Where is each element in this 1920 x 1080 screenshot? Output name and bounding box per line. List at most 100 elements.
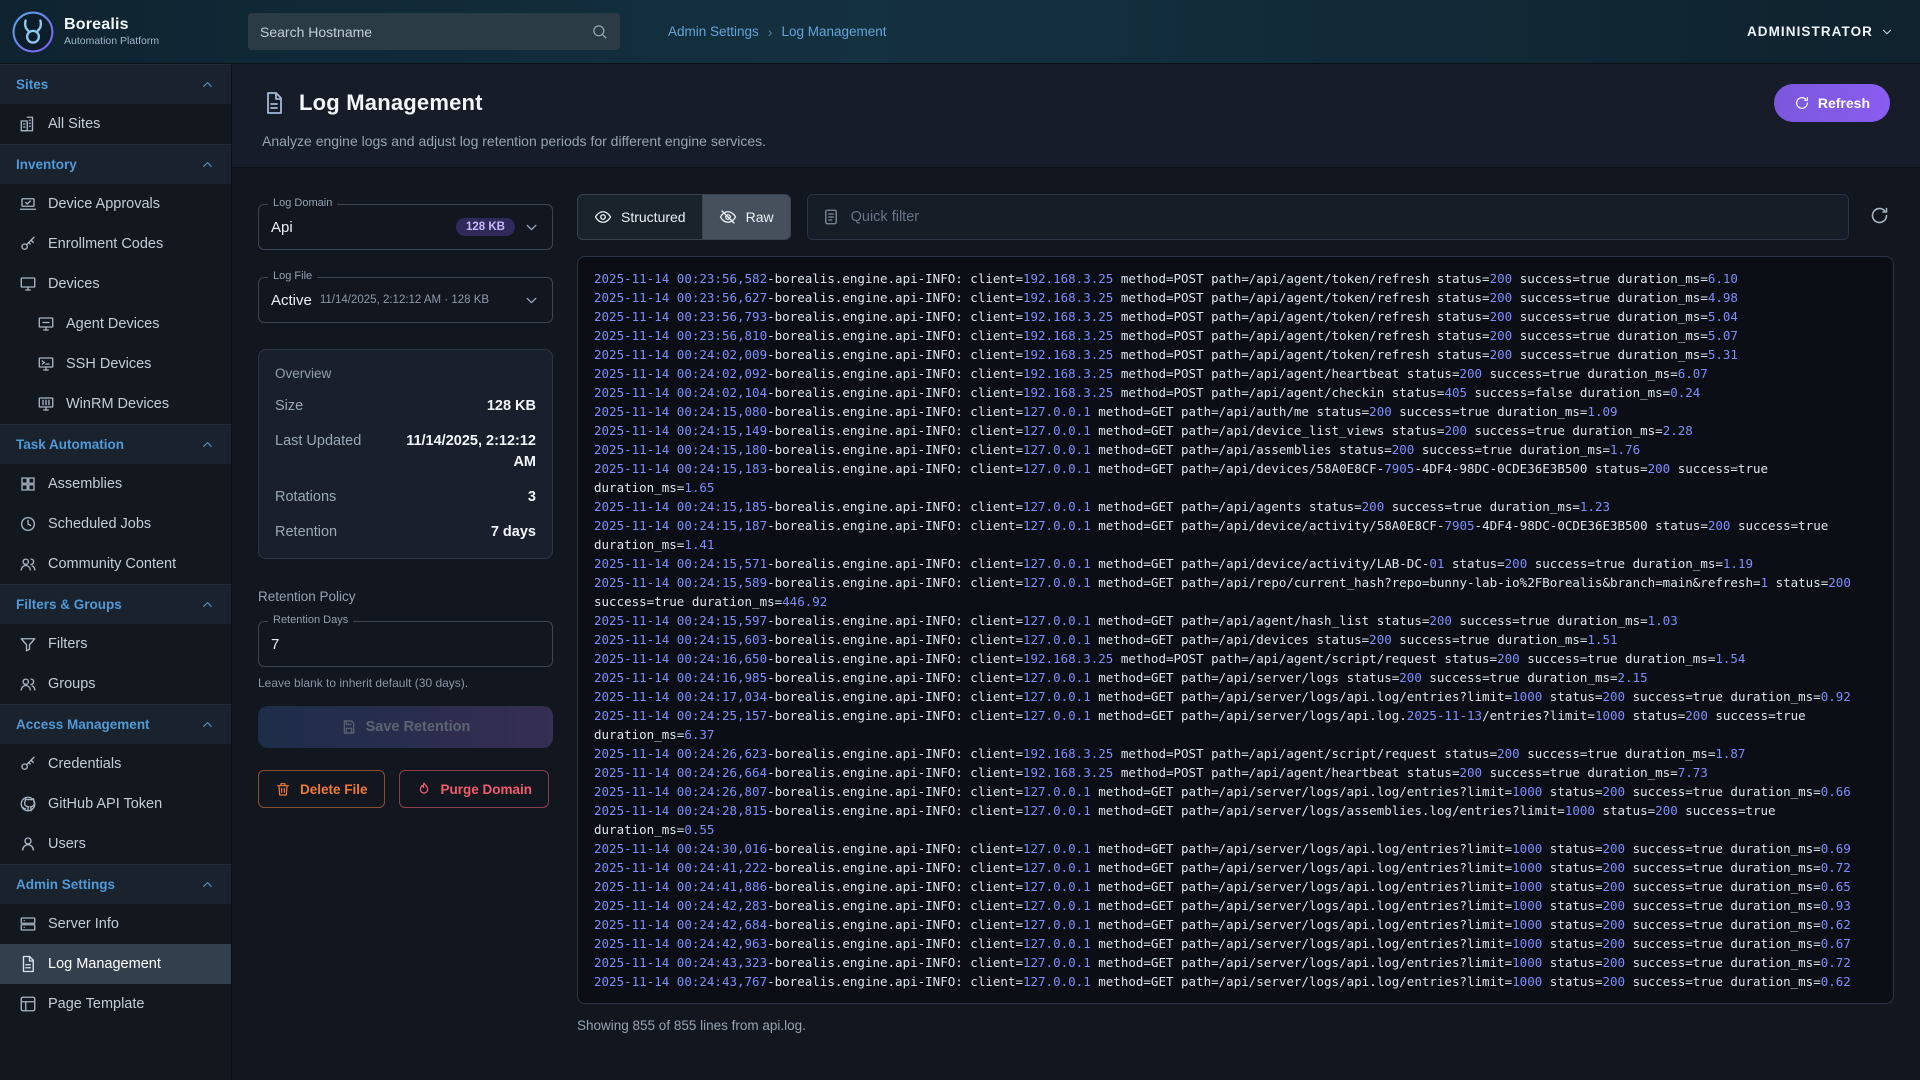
chevron-up-icon [200, 877, 215, 892]
refresh-icon [1869, 205, 1890, 226]
breadcrumb-admin-settings[interactable]: Admin Settings [668, 24, 759, 39]
sidebar-item-label: All Sites [48, 116, 100, 132]
structured-mode-label: Structured [621, 209, 686, 225]
log-domain-select[interactable]: Log Domain Api 128 KB [258, 204, 553, 250]
sidebar-item-label: Users [48, 836, 86, 852]
log-line: 2025-11-14 00:23:56,810-borealis.engine.… [594, 326, 1877, 345]
sidebar-section-admin-settings[interactable]: Admin Settings [0, 864, 231, 904]
sites-icon [19, 115, 37, 133]
log-line: 2025-11-14 00:24:41,886-borealis.engine.… [594, 877, 1877, 896]
eye-icon [594, 208, 612, 226]
page-header: Log Management Refresh Analyze engine lo… [232, 64, 1920, 168]
scheduled-jobs-icon [19, 515, 37, 533]
log-line: 2025-11-14 00:24:30,016-borealis.engine.… [594, 839, 1877, 858]
sidebar-item-credentials[interactable]: Credentials [0, 744, 231, 784]
agent-devices-icon [37, 315, 55, 333]
log-line: 2025-11-14 00:24:15,571-borealis.engine.… [594, 554, 1877, 573]
retention-days-input[interactable] [271, 636, 540, 653]
purge-domain-button[interactable]: Purge Domain [399, 770, 550, 808]
sidebar-section: Access Management Credentials GitHub API T… [0, 704, 231, 864]
sidebar-item-device-approvals[interactable]: Device Approvals [0, 184, 231, 224]
brand-subtitle: Automation Platform [64, 35, 159, 47]
user-menu-button[interactable]: ADMINISTRATOR [1747, 24, 1894, 39]
log-line: 2025-11-14 00:24:15,149-borealis.engine.… [594, 421, 1877, 440]
sidebar-item-label: WinRM Devices [66, 396, 169, 412]
winrm-devices-icon [37, 395, 55, 413]
page-title: Log Management [299, 90, 483, 116]
log-controls-panel: Log Domain Api 128 KB Log File Active 11… [258, 194, 553, 1080]
sidebar-item-label: Server Info [48, 916, 119, 932]
log-line: 2025-11-14 00:24:16,650-borealis.engine.… [594, 649, 1877, 668]
sidebar-section-label: Filters & Groups [16, 597, 122, 612]
sidebar-section-filters-groups[interactable]: Filters & Groups [0, 584, 231, 624]
delete-file-button[interactable]: Delete File [258, 770, 385, 808]
funnel-icon [19, 635, 37, 653]
sidebar-item-label: Community Content [48, 556, 176, 572]
sidebar-section-task-automation[interactable]: Task Automation [0, 424, 231, 464]
sidebar-item-filters[interactable]: Filters [0, 624, 231, 664]
sidebar-item-scheduled-jobs[interactable]: Scheduled Jobs [0, 504, 231, 544]
quick-filter-input[interactable] [851, 209, 1834, 225]
sidebar-section-sites[interactable]: Sites [0, 64, 231, 104]
log-domain-label: Log Domain [268, 197, 337, 209]
log-line: 2025-11-14 00:24:26,623-borealis.engine.… [594, 744, 1877, 763]
sidebar-item-github-api-token[interactable]: GitHub API Token [0, 784, 231, 824]
sidebar-item-community-content[interactable]: Community Content [0, 544, 231, 584]
eye-off-icon [719, 208, 737, 226]
sidebar-section: Filters & Groups FiltersGroups [0, 584, 231, 704]
sidebar-section-access-management[interactable]: Access Management [0, 704, 231, 744]
breadcrumb-log-management[interactable]: Log Management [781, 24, 886, 39]
github-icon [19, 795, 37, 813]
ssh-devices-icon [37, 355, 55, 373]
overview-row-value: 7 days [491, 522, 536, 542]
retention-days-field[interactable]: Retention Days [258, 621, 553, 667]
sidebar-item-label: Page Template [48, 996, 144, 1012]
user-icon [19, 835, 37, 853]
flame-icon [416, 781, 432, 797]
quick-filter[interactable] [807, 194, 1849, 240]
sidebar-item-winrm-devices[interactable]: WinRM Devices [0, 384, 231, 424]
sidebar-section: Admin Settings Server Info Log Management P… [0, 864, 231, 1024]
search-icon [591, 23, 608, 40]
hostname-search[interactable] [248, 13, 620, 50]
sidebar-item-ssh-devices[interactable]: SSH Devices [0, 344, 231, 384]
sidebar-item-groups[interactable]: Groups [0, 664, 231, 704]
refresh-button[interactable]: Refresh [1774, 84, 1890, 122]
chevron-down-icon [523, 219, 540, 236]
view-mode-toggle: Structured Raw [577, 194, 791, 240]
sidebar-item-devices[interactable]: Devices [0, 264, 231, 304]
sidebar-section-inventory[interactable]: Inventory [0, 144, 231, 184]
raw-mode-button[interactable]: Raw [702, 195, 790, 239]
overview-row-last-updated: Last Updated11/14/2025, 2:12:12 AM [275, 431, 536, 472]
sidebar-item-label: Credentials [48, 756, 121, 772]
sidebar-item-label: Enrollment Codes [48, 236, 163, 252]
sidebar-item-assemblies[interactable]: Assemblies [0, 464, 231, 504]
search-input[interactable] [260, 24, 591, 40]
viewer-refresh-button[interactable] [1865, 201, 1894, 233]
log-viewer-section: Structured Raw 2025- [577, 194, 1894, 1080]
sidebar-section: InventoryDevice Approvals Enrollment Code… [0, 144, 231, 424]
chevron-down-icon [1880, 25, 1894, 39]
devices-icon [19, 275, 37, 293]
topbar: Borealis Automation Platform Admin Setti… [0, 0, 1920, 64]
sidebar-item-enrollment-codes[interactable]: Enrollment Codes [0, 224, 231, 264]
sidebar-section-label: Admin Settings [16, 877, 115, 892]
log-viewer[interactable]: 2025-11-14 00:23:56,582-borealis.engine.… [577, 256, 1894, 1004]
user-menu-label: ADMINISTRATOR [1747, 24, 1873, 39]
brand-name: Borealis [64, 16, 159, 34]
sidebar-item-users[interactable]: Users [0, 824, 231, 864]
overview-row-value: 128 KB [487, 396, 536, 416]
chevron-up-icon [200, 717, 215, 732]
log-file-select[interactable]: Log File Active 11/14/2025, 2:12:12 AM ·… [258, 277, 553, 323]
structured-mode-button[interactable]: Structured [578, 195, 702, 239]
sidebar-item-page-template[interactable]: Page Template [0, 984, 231, 1024]
sidebar-item-server-info[interactable]: Server Info [0, 904, 231, 944]
chevron-up-icon [200, 157, 215, 172]
overview-row-label: Retention [275, 522, 337, 542]
sidebar-item-all-sites[interactable]: All Sites [0, 104, 231, 144]
sidebar-item-agent-devices[interactable]: Agent Devices [0, 304, 231, 344]
save-retention-button[interactable]: Save Retention [258, 706, 553, 748]
sidebar-item-log-management[interactable]: Log Management [0, 944, 231, 984]
sidebar-item-label: Devices [48, 276, 100, 292]
log-icon [19, 955, 37, 973]
